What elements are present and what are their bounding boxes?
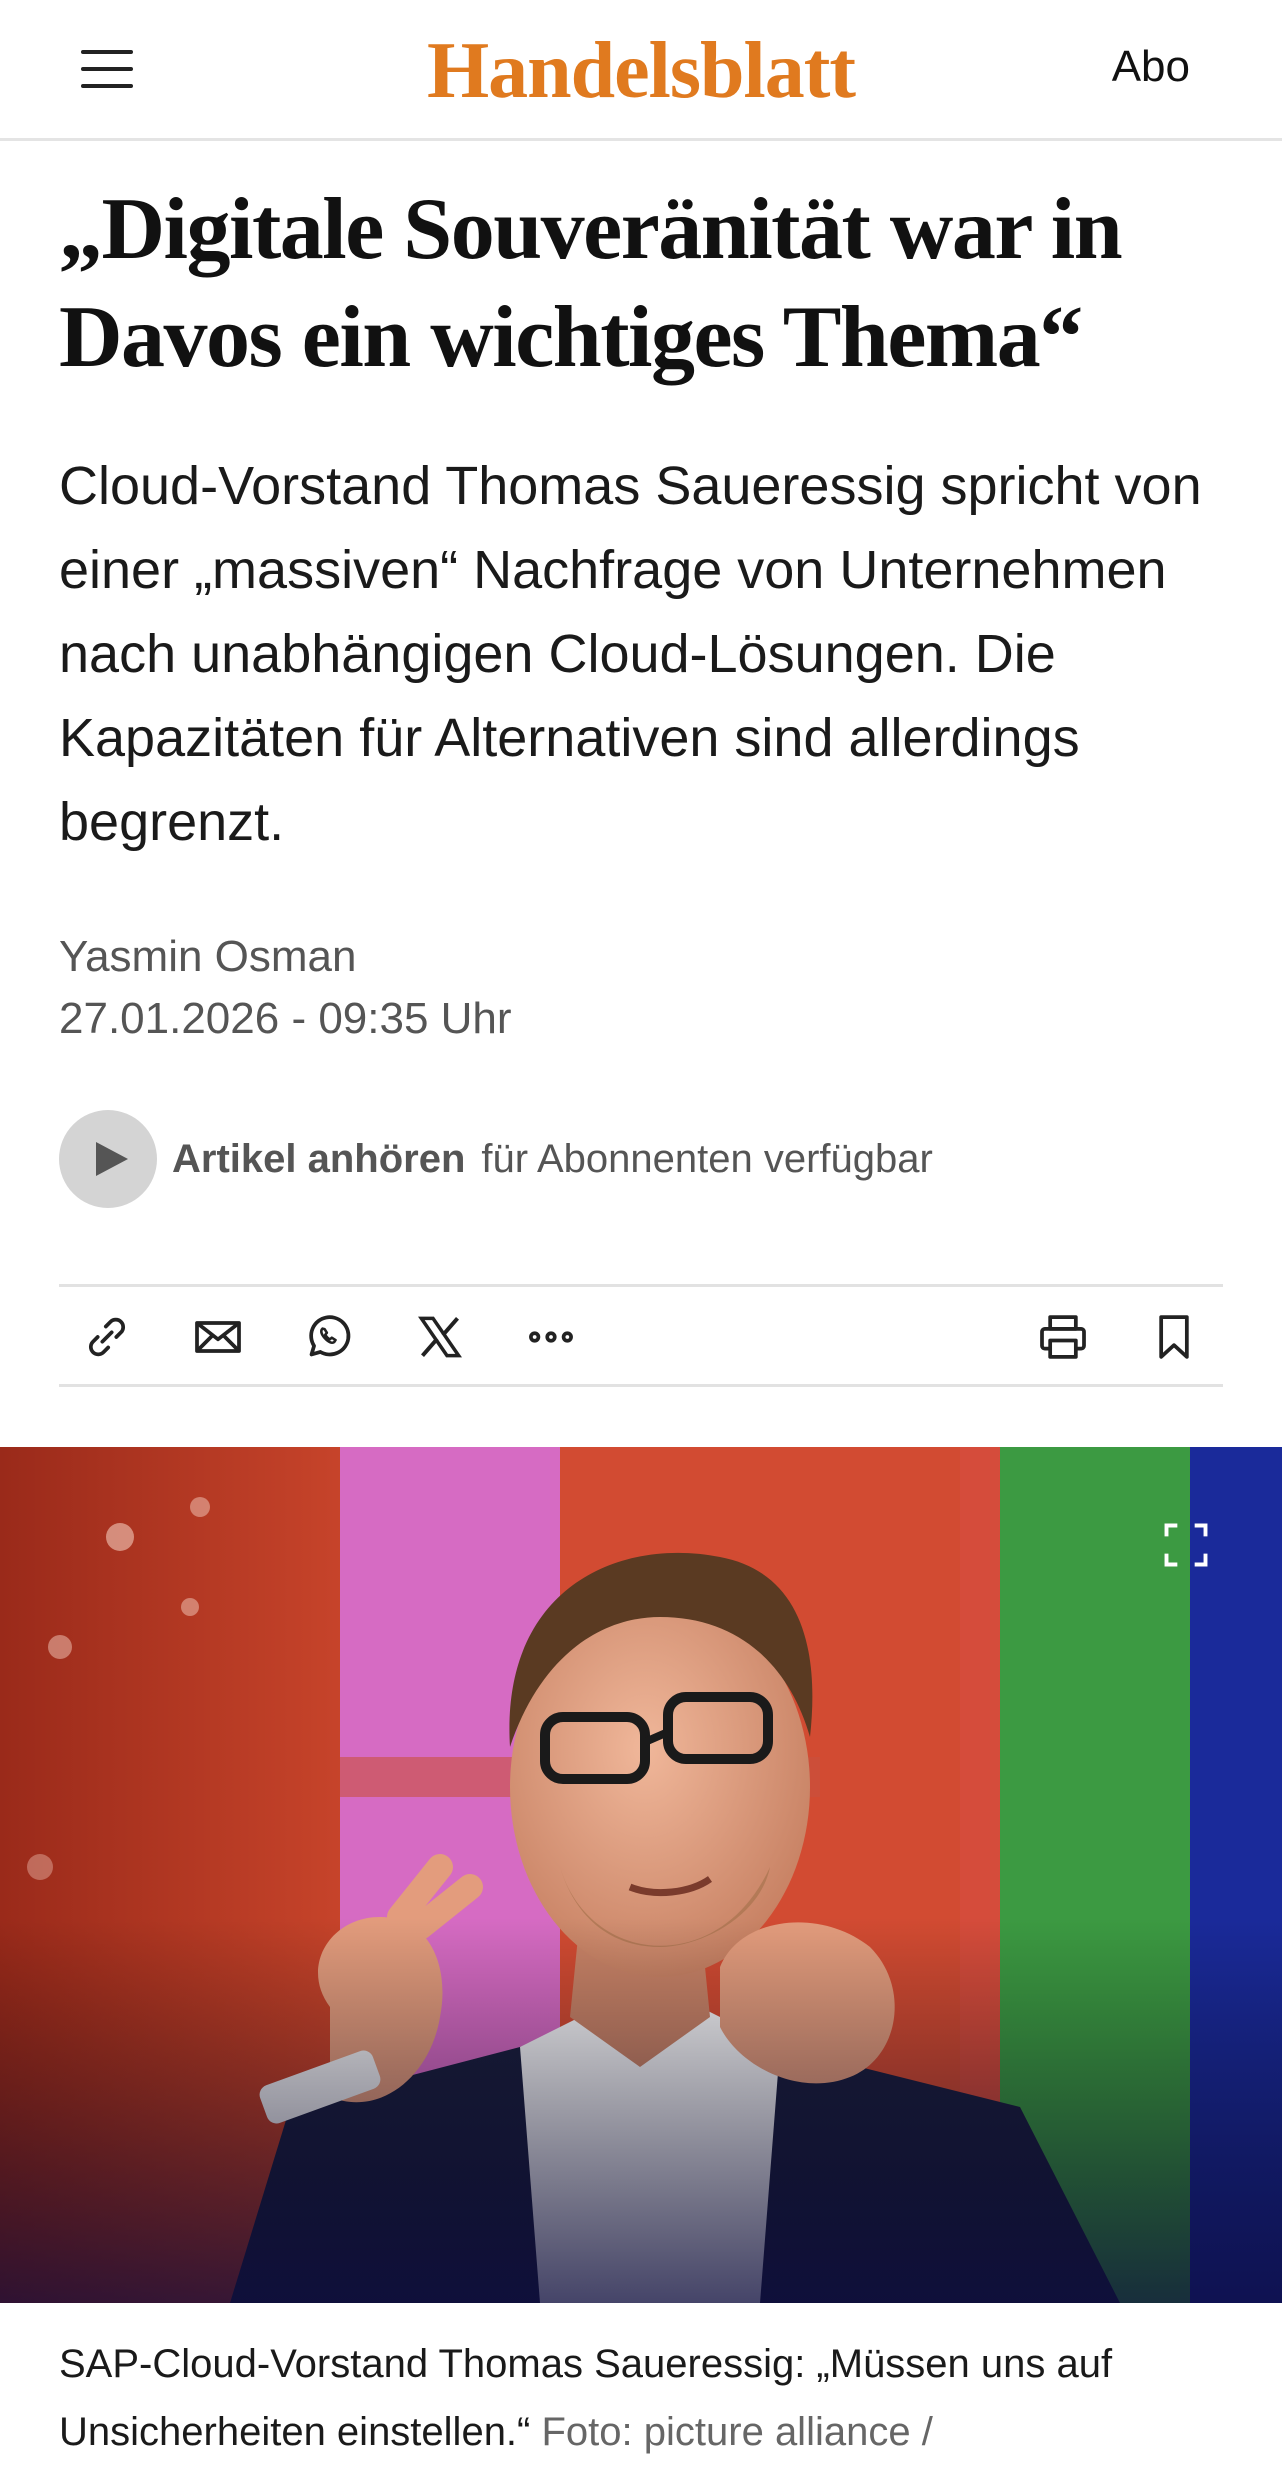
top-bar: Handelsblatt Abo [0,0,1282,141]
article-lead: Cloud-Vorstand Thomas Saueressig spricht… [59,456,1202,852]
share-bar [59,1284,1223,1387]
logo[interactable]: Handelsblatt [0,26,1282,116]
more-icon[interactable] [523,1309,579,1365]
audio-player: Artikel anhören für Abonnenten verfügbar [59,1110,933,1208]
subscribe-link[interactable]: Abo [1112,40,1190,94]
print-icon[interactable] [1035,1309,1091,1365]
speaker-photo [0,1447,1282,2303]
audio-label[interactable]: Artikel anhören [172,1137,465,1182]
publish-date: 27.01.2026 - 09:35 Uhr [59,994,512,1043]
audio-note: für Abonnenten verfügbar [481,1136,933,1181]
link-icon[interactable] [79,1309,135,1365]
article-headline: „Digitale Souveränität war in Davos ein … [59,181,1123,386]
whatsapp-icon[interactable] [301,1309,357,1365]
mail-icon[interactable] [190,1309,246,1365]
bookmark-icon[interactable] [1146,1309,1202,1365]
image-caption: SAP-Cloud-Vorstand Thomas Saueressig: „M… [59,2330,1229,2466]
x-icon[interactable] [412,1309,468,1365]
photo-credit: Foto: picture alliance / [541,2410,933,2454]
article-image[interactable] [0,1447,1282,2303]
author-name[interactable]: Yasmin Osman [59,928,357,986]
fullscreen-icon[interactable] [1160,1519,1212,1571]
play-button[interactable] [59,1110,157,1208]
